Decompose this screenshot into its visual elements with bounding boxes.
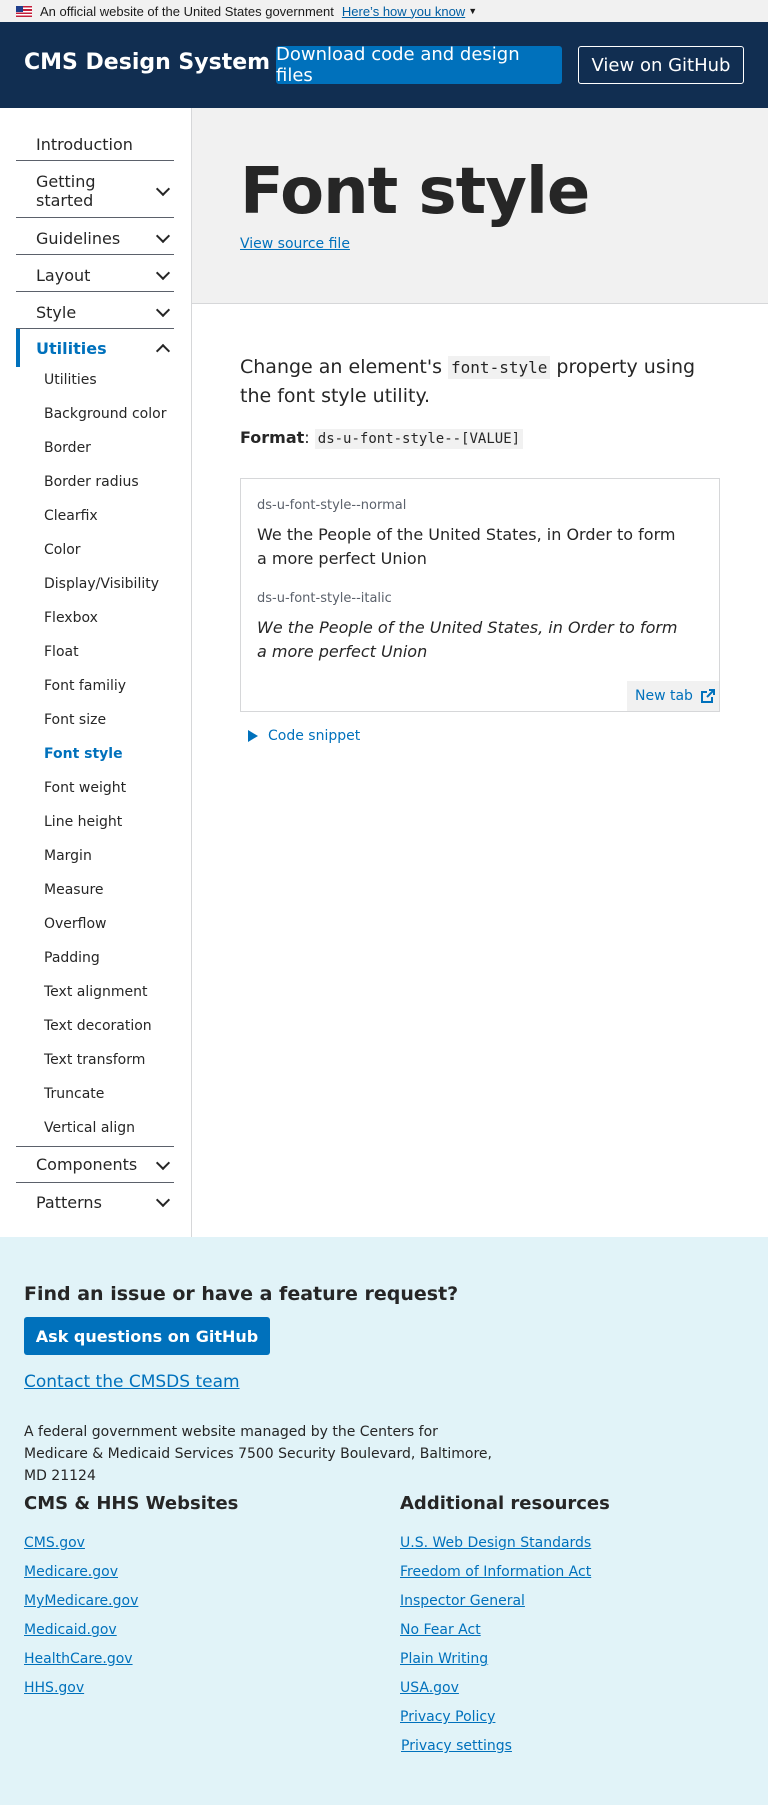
sidebar-item-label: Guidelines: [36, 228, 121, 248]
external-link-icon: [700, 689, 715, 703]
format-code: ds-u-font-style--[VALUE]: [314, 429, 524, 449]
sidebar-item-getting-started[interactable]: Getting started: [16, 165, 174, 218]
view-source-link[interactable]: View source file: [240, 236, 350, 252]
footer-col-title-resources: Additional resources: [400, 1493, 610, 1514]
footer-link-cms[interactable]: CMS.gov: [24, 1535, 85, 1551]
subnav-item-float[interactable]: Float: [44, 644, 79, 660]
new-tab-link[interactable]: New tab: [627, 681, 719, 711]
subnav-item-text-decoration[interactable]: Text decoration: [44, 1018, 152, 1034]
subnav-item-flexbox[interactable]: Flexbox: [44, 610, 98, 626]
site-footer: Find an issue or have a feature request?…: [0, 1237, 768, 1805]
chevron-down-icon: [155, 302, 171, 318]
subnav-item-background-color[interactable]: Background color: [44, 406, 166, 422]
footer-link-hhs[interactable]: HHS.gov: [24, 1680, 84, 1696]
sidebar-item-label: Getting started: [36, 172, 96, 210]
footer-link-privacy-policy[interactable]: Privacy Policy: [400, 1709, 495, 1725]
subnav-item-vertical-align[interactable]: Vertical align: [44, 1120, 135, 1136]
subnav-item-color[interactable]: Color: [44, 542, 81, 558]
subnav-item-utilities[interactable]: Utilities: [44, 372, 97, 388]
download-button[interactable]: Download code and design files: [276, 44, 562, 86]
footer-link-usa-gov[interactable]: USA.gov: [400, 1680, 459, 1696]
sidebar-nav: Introduction Getting started Guidelines …: [0, 108, 192, 1237]
footer-link-medicaid[interactable]: Medicaid.gov: [24, 1622, 117, 1638]
subnav-item-font-weight[interactable]: Font weight: [44, 780, 126, 796]
inline-code: font-style: [448, 356, 551, 379]
example-label: ds-u-font-style--italic: [257, 591, 392, 606]
page-hero: Font style View source file: [192, 108, 768, 304]
footer-heading: Find an issue or have a feature request?: [24, 1283, 459, 1305]
chevron-down-icon: [155, 1155, 171, 1170]
sidebar-item-utilities[interactable]: Utilities: [16, 329, 174, 367]
footer-link-medicare[interactable]: Medicare.gov: [24, 1564, 118, 1580]
sidebar-item-label: Components: [36, 1155, 138, 1174]
chevron-down-icon: [155, 228, 171, 244]
chevron-down-icon: [155, 181, 171, 197]
us-flag-icon: [16, 5, 32, 17]
chevron-down-icon[interactable]: ▼: [468, 6, 477, 16]
footer-link-foia[interactable]: Freedom of Information Act: [400, 1564, 591, 1580]
sidebar-item-patterns[interactable]: Patterns: [16, 1184, 174, 1220]
subnav-item-line-height[interactable]: Line height: [44, 814, 122, 830]
sidebar-item-label: Introduction: [36, 134, 133, 154]
view-on-github-button[interactable]: View on GitHub: [578, 46, 744, 84]
gov-banner: An official website of the United States…: [0, 0, 768, 22]
subnav-item-measure[interactable]: Measure: [44, 882, 104, 898]
sidebar-item-guidelines[interactable]: Guidelines: [16, 222, 174, 255]
example-text-normal: We the People of the United States, in O…: [257, 525, 676, 568]
example-text-italic: We the People of the United States, in O…: [257, 618, 678, 661]
code-snippet-toggle[interactable]: Code snippet: [248, 728, 360, 744]
lead-paragraph: Change an element's font-style property …: [240, 353, 720, 411]
example-box: ds-u-font-style--normal We the People of…: [240, 478, 720, 712]
site-header: CMS Design System Download code and desi…: [0, 22, 768, 108]
subnav-item-font-style[interactable]: Font style: [44, 746, 123, 762]
format-line: Format: ds-u-font-style--[VALUE]: [240, 428, 524, 449]
how-you-know-link[interactable]: Here’s how you know: [342, 4, 465, 19]
page-title: Font style: [240, 155, 590, 229]
chevron-down-icon: [155, 1192, 171, 1208]
subnav-item-text-transform[interactable]: Text transform: [44, 1052, 145, 1068]
lead-text: Change an element's: [240, 356, 442, 378]
subnav-item-overflow[interactable]: Overflow: [44, 916, 107, 932]
sidebar-item-label: Style: [36, 302, 77, 322]
site-title[interactable]: CMS Design System: [24, 50, 270, 75]
new-tab-label: New tab: [635, 688, 693, 704]
sidebar-item-label: Patterns: [36, 1192, 102, 1212]
footer-link-plain-writing[interactable]: Plain Writing: [400, 1651, 488, 1667]
footer-link-inspector-general[interactable]: Inspector General: [400, 1593, 525, 1609]
sidebar-item-components[interactable]: Components: [16, 1147, 174, 1183]
subnav-item-text-alignment[interactable]: Text alignment: [44, 984, 148, 1000]
sidebar-item-introduction[interactable]: Introduction: [16, 128, 174, 161]
subnav-item-clearfix[interactable]: Clearfix: [44, 508, 98, 524]
subnav-item-border[interactable]: Border: [44, 440, 91, 456]
footer-col-title-cms: CMS & HHS Websites: [24, 1493, 239, 1514]
ask-github-button[interactable]: Ask questions on GitHub: [24, 1317, 270, 1355]
footer-link-no-fear-act[interactable]: No Fear Act: [400, 1622, 481, 1638]
subnav-item-margin[interactable]: Margin: [44, 848, 92, 864]
footer-link-mymedicare[interactable]: MyMedicare.gov: [24, 1593, 138, 1609]
footer-link-privacy-settings[interactable]: Privacy settings: [401, 1738, 512, 1754]
example-label: ds-u-font-style--normal: [257, 498, 407, 513]
footer-link-healthcare[interactable]: HealthCare.gov: [24, 1651, 133, 1667]
footer-description: A federal government website managed by …: [24, 1424, 492, 1484]
sidebar-item-layout[interactable]: Layout: [16, 259, 174, 292]
subnav-item-padding[interactable]: Padding: [44, 950, 100, 966]
contact-link[interactable]: Contact the CMSDS team: [24, 1372, 240, 1392]
sidebar-item-style[interactable]: Style: [16, 296, 174, 329]
subnav-item-border-radius[interactable]: Border radius: [44, 474, 139, 490]
footer-link-uswds[interactable]: U.S. Web Design Standards: [400, 1535, 591, 1551]
triangle-right-icon: [248, 730, 258, 742]
chevron-down-icon: [155, 265, 171, 281]
official-website-text: An official website of the United States…: [40, 3, 334, 19]
chevron-up-icon: [155, 343, 171, 359]
format-label: Format: [240, 428, 305, 447]
subnav-item-font-size[interactable]: Font size: [44, 712, 106, 728]
sidebar-item-label: Layout: [36, 265, 91, 285]
subnav-item-display-visibility[interactable]: Display/Visibility: [44, 576, 159, 592]
code-snippet-label: Code snippet: [268, 728, 361, 744]
subnav-item-font-family[interactable]: Font familiy: [44, 678, 126, 694]
subnav-item-truncate[interactable]: Truncate: [44, 1086, 104, 1102]
sidebar-item-label: Utilities: [36, 338, 107, 358]
